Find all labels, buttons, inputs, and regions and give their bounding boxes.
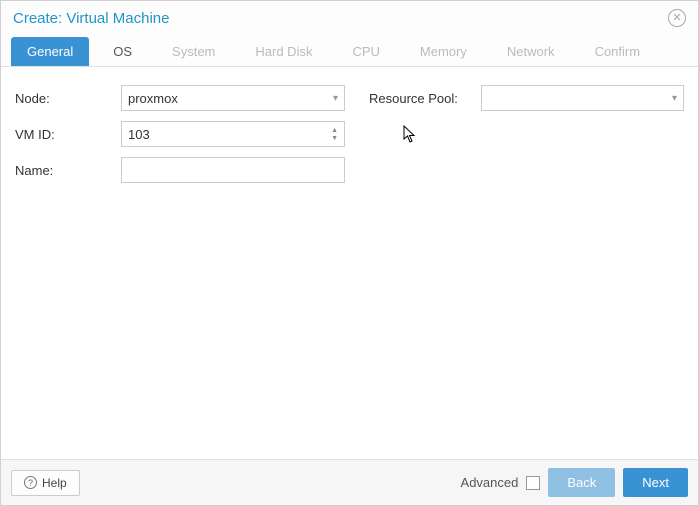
pool-row: Resource Pool: ▾: [369, 85, 684, 111]
advanced-label: Advanced: [461, 475, 519, 490]
node-value: proxmox: [128, 91, 178, 106]
back-button[interactable]: Back: [548, 468, 615, 497]
vmid-row: VM ID: 103 ▲▼: [15, 121, 345, 147]
node-row: Node: proxmox ▾: [15, 85, 345, 111]
form-content: Node: proxmox ▾ VM ID: 103 ▲▼ Name:: [1, 67, 698, 459]
advanced-checkbox[interactable]: [526, 476, 540, 490]
name-row: Name:: [15, 157, 345, 183]
dialog-title: Create: Virtual Machine: [13, 10, 169, 27]
close-icon[interactable]: ✕: [668, 9, 686, 27]
tab-system[interactable]: System: [156, 37, 231, 66]
node-select[interactable]: proxmox ▾: [121, 85, 345, 111]
tab-os[interactable]: OS: [97, 37, 148, 66]
tab-confirm[interactable]: Confirm: [579, 37, 657, 66]
node-label: Node:: [15, 91, 115, 106]
tab-memory[interactable]: Memory: [404, 37, 483, 66]
chevron-down-icon: ▾: [672, 93, 677, 104]
footer-right: Advanced Back Next: [461, 468, 688, 497]
vmid-value: 103: [128, 127, 150, 142]
vmid-spinner[interactable]: 103 ▲▼: [121, 121, 345, 147]
wizard-tabs: General OS System Hard Disk CPU Memory N…: [1, 33, 698, 67]
title-bar: Create: Virtual Machine ✕: [1, 1, 698, 33]
vmid-label: VM ID:: [15, 127, 115, 142]
chevron-down-icon: ▾: [333, 93, 338, 104]
tab-cpu[interactable]: CPU: [336, 37, 395, 66]
help-icon: ?: [24, 476, 37, 489]
right-column: Resource Pool: ▾: [369, 85, 684, 441]
tab-general[interactable]: General: [11, 37, 89, 66]
name-input[interactable]: [121, 157, 345, 183]
spinner-arrows-icon: ▲▼: [331, 127, 338, 142]
pool-select[interactable]: ▾: [481, 85, 684, 111]
footer-bar: ? Help Advanced Back Next: [1, 459, 698, 505]
next-button[interactable]: Next: [623, 468, 688, 497]
left-column: Node: proxmox ▾ VM ID: 103 ▲▼ Name:: [15, 85, 345, 441]
help-label: Help: [42, 476, 67, 490]
tab-network[interactable]: Network: [491, 37, 571, 66]
name-label: Name:: [15, 163, 115, 178]
tab-hard-disk[interactable]: Hard Disk: [239, 37, 328, 66]
pool-label: Resource Pool:: [369, 91, 475, 106]
create-vm-dialog: Create: Virtual Machine ✕ General OS Sys…: [0, 0, 699, 506]
help-button[interactable]: ? Help: [11, 470, 80, 496]
